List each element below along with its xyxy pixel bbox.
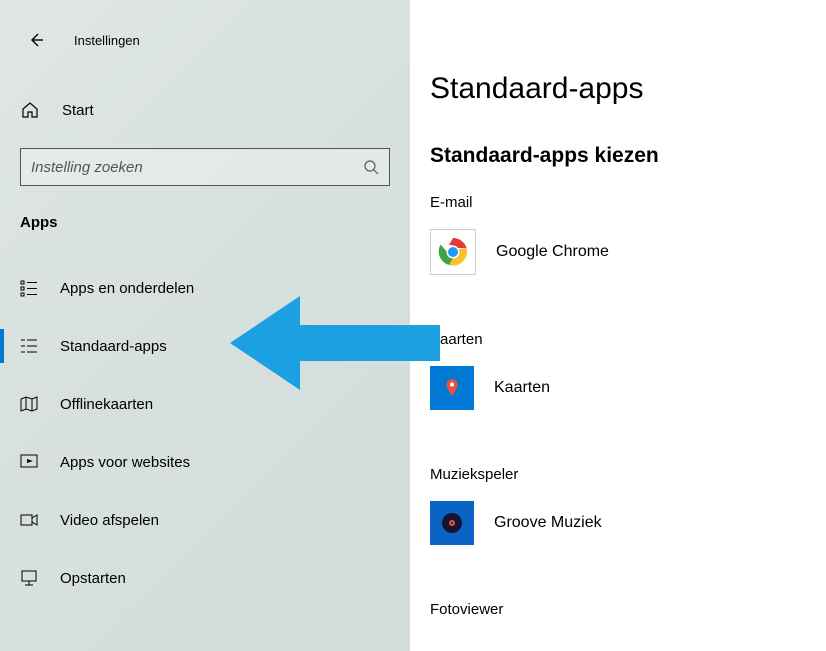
category-label-email: E-mail [430,194,826,211]
default-app-name: Kaarten [494,379,550,397]
search-input[interactable] [21,159,363,176]
home-nav[interactable]: Start [0,60,410,130]
arrow-left-icon [28,32,44,48]
list-icon [20,279,38,297]
map-icon [20,395,38,413]
groove-music-icon [430,501,474,545]
back-button[interactable] [20,24,52,56]
search-box[interactable] [20,148,390,186]
default-app-name: Groove Muziek [494,514,602,532]
video-icon [20,511,38,529]
sidebar-item-label: Standaard-apps [60,338,167,355]
search-icon [363,159,379,175]
home-label: Start [62,102,94,119]
default-app-row-maps[interactable]: Kaarten [430,366,826,410]
annotation-arrow [230,293,440,393]
sidebar-item-label: Video afspelen [60,512,159,529]
section-label: Apps [0,186,410,231]
sidebar-item-label: Apps voor websites [60,454,190,471]
main-pane: Standaard-apps Standaard-apps kiezen E-m… [430,0,826,651]
home-icon [20,100,40,120]
default-apps-icon [20,337,38,355]
sidebar-item-label: Apps en onderdelen [60,280,194,297]
default-app-row-music[interactable]: Groove Muziek [430,501,826,545]
title-bar: Instellingen [0,0,410,60]
sidebar-item-label: Offlinekaarten [60,396,153,413]
sidebar-item-apps-for-websites[interactable]: Apps voor websites [0,433,410,491]
website-icon [20,453,38,471]
window-title: Instellingen [74,33,140,48]
sidebar-item-label: Opstarten [60,570,126,587]
category-label-photos: Fotoviewer [430,601,826,618]
sidebar-item-video-playback[interactable]: Video afspelen [0,491,410,549]
category-label-music: Muziekspeler [430,466,826,483]
default-app-row-email[interactable]: Google Chrome [430,229,826,275]
page-subheading: Standaard-apps kiezen [430,144,826,168]
startup-icon [20,569,38,587]
default-app-name: Google Chrome [496,243,609,261]
sidebar-item-startup[interactable]: Opstarten [0,549,410,607]
category-label-maps: Kaarten [430,331,826,348]
chrome-icon [430,229,476,275]
page-heading: Standaard-apps [430,72,826,106]
